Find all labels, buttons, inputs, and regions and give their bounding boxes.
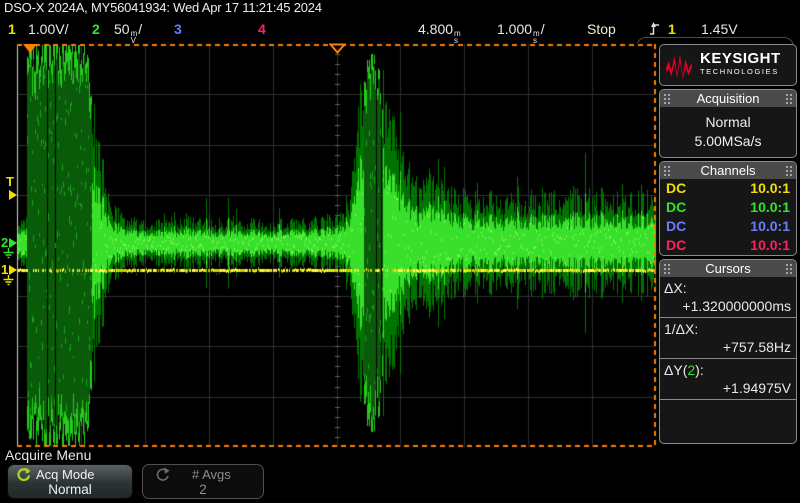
- ch1-arrow-icon: [9, 265, 17, 275]
- timebase-unit-stack: ms: [533, 30, 540, 44]
- ch2-number[interactable]: 2: [92, 21, 100, 37]
- drag-grip-icon: [663, 165, 671, 176]
- rotary-knob-icon: [155, 467, 170, 482]
- channels-panel-header[interactable]: Channels: [660, 162, 796, 179]
- ch1-reference-marker[interactable]: 1: [1, 264, 17, 286]
- drag-grip-icon: [785, 165, 793, 176]
- channel-row-1[interactable]: DC10.0:1: [660, 179, 796, 198]
- cursors-panel: Cursors ΔX: +1.320000000ms 1/ΔX: +757.58…: [659, 259, 797, 444]
- softkey-value: 2: [143, 482, 263, 497]
- sidebar: KEYSIGHT TECHNOLOGIES Acquisition Normal…: [659, 44, 797, 444]
- drag-grip-icon: [663, 93, 671, 104]
- device-id-text: DSO-X 2024A, MY56041934: Wed Apr 17 11:2…: [4, 0, 322, 15]
- ch1-number[interactable]: 1: [8, 21, 16, 37]
- logo-panel: KEYSIGHT TECHNOLOGIES: [659, 44, 797, 86]
- acquisition-panel-header[interactable]: Acquisition: [660, 90, 796, 107]
- ch2-reference-marker[interactable]: 2: [1, 237, 17, 259]
- time-reference-marker[interactable]: [329, 43, 346, 54]
- channel-row-3[interactable]: DC10.0:1: [660, 217, 796, 236]
- channels-title: Channels: [701, 163, 756, 178]
- acquisition-title: Acquisition: [697, 91, 760, 106]
- ch3-number[interactable]: 3: [174, 21, 182, 37]
- cursors-panel-header[interactable]: Cursors: [660, 260, 796, 277]
- brand-subtitle: TECHNOLOGIES: [700, 65, 781, 78]
- channel-row-2[interactable]: DC10.0:1: [660, 198, 796, 217]
- cursor-invdx-label: 1/ΔX:: [660, 318, 796, 337]
- rotary-knob-icon: [16, 467, 31, 482]
- trigger-source[interactable]: 1: [668, 21, 676, 37]
- ch2-arrow-icon: [9, 238, 17, 248]
- waveform-display[interactable]: [0, 43, 660, 450]
- run-state[interactable]: Stop: [587, 21, 616, 37]
- drag-grip-icon: [785, 93, 793, 104]
- cursor-dy-value: +1.94975V: [660, 378, 796, 400]
- status-bar: 1 1.00V/ 2 50mV/ 3 4 4.800ms 1.000ms/ St…: [0, 17, 800, 43]
- cursor-dx-label: ΔX:: [660, 277, 796, 296]
- brand-name: KEYSIGHT: [700, 52, 781, 65]
- delay-unit-stack: ms: [454, 30, 461, 44]
- trigger-level-marker[interactable]: T: [6, 176, 17, 200]
- cursor-invdx-value: +757.58Hz: [660, 337, 796, 359]
- cursor-dy-label: ΔY(2):: [660, 359, 796, 378]
- acquisition-panel: Acquisition Normal 5.00MSa/s: [659, 89, 797, 158]
- ch1-scale[interactable]: 1.00V/: [28, 21, 68, 37]
- channel-row-4[interactable]: DC10.0:1: [660, 236, 796, 255]
- horizontal-delay[interactable]: 4.800ms: [418, 21, 462, 44]
- trigger-level-value[interactable]: 1.45V: [701, 21, 738, 37]
- drag-grip-icon: [663, 263, 671, 274]
- ch2-unit-stack: mV: [131, 30, 138, 44]
- titlebar: DSO-X 2024A, MY56041934: Wed Apr 17 11:2…: [0, 0, 800, 17]
- drag-grip-icon: [785, 263, 793, 274]
- softkey-label: # Avgs: [192, 468, 231, 482]
- keysight-spark-icon: [664, 50, 694, 80]
- menu-title: Acquire Menu: [5, 447, 91, 463]
- num-avgs-softkey[interactable]: # Avgs 2: [142, 464, 264, 499]
- ch2-scale[interactable]: 50mV/: [114, 21, 142, 44]
- acq-mode-softkey[interactable]: Acq Mode Normal: [7, 464, 133, 499]
- acquisition-mode: Normal: [660, 114, 796, 130]
- cursor-dx-value: +1.320000000ms: [660, 296, 796, 318]
- cursors-title: Cursors: [705, 261, 751, 276]
- edge-trigger-icon: [650, 22, 660, 40]
- channels-panel: Channels DC10.0:1 DC10.0:1 DC10.0:1 DC10…: [659, 161, 797, 256]
- ch4-number[interactable]: 4: [258, 21, 266, 37]
- timebase-scale[interactable]: 1.000ms/: [497, 21, 545, 44]
- trigger-position-marker[interactable]: [23, 44, 37, 53]
- sample-rate: 5.00MSa/s: [660, 133, 796, 149]
- softkey-label: Acq Mode: [36, 468, 95, 482]
- trigger-level-arrow-icon: [9, 190, 17, 200]
- softkey-value: Normal: [8, 482, 132, 497]
- oscilloscope-screen: DSO-X 2024A, MY56041934: Wed Apr 17 11:2…: [0, 0, 800, 503]
